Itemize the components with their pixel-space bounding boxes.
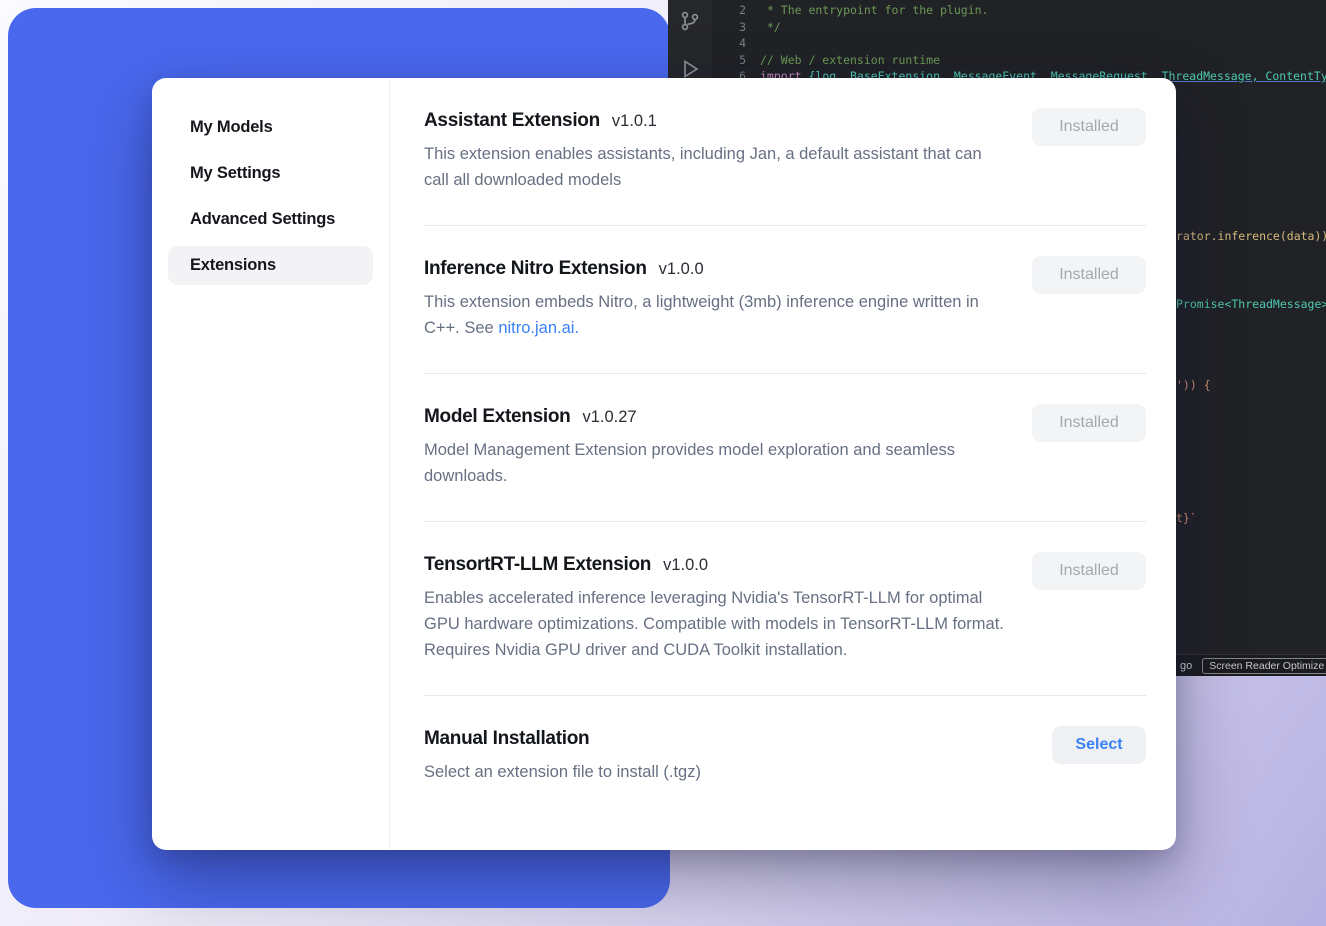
screen-reader-badge[interactable]: Screen Reader Optimize bbox=[1202, 658, 1326, 674]
extension-version: v1.0.0 bbox=[663, 556, 708, 575]
code-area: 2 * The entrypoint for the plugin. 3 */ … bbox=[712, 2, 1326, 85]
sidebar-item-extensions[interactable]: Extensions bbox=[168, 246, 373, 285]
extension-description: This extension enables assistants, inclu… bbox=[424, 141, 1009, 193]
extension-version: v1.0.0 bbox=[659, 260, 704, 279]
code-fragment: ')) { bbox=[1176, 378, 1211, 392]
git-branch-icon[interactable] bbox=[678, 9, 702, 33]
manual-installation-section: Manual Installation Select an extension … bbox=[424, 696, 1146, 809]
select-button[interactable]: Select bbox=[1052, 726, 1146, 764]
code-fragment: rator.inference(data)); bbox=[1176, 229, 1326, 243]
extension-title: Inference Nitro Extension bbox=[424, 258, 647, 280]
extension-title: Assistant Extension bbox=[424, 110, 600, 132]
installed-button[interactable]: Installed bbox=[1032, 108, 1146, 146]
code-line: 3 */ bbox=[712, 19, 1326, 36]
manual-installation-title: Manual Installation bbox=[424, 728, 589, 750]
installed-button[interactable]: Installed bbox=[1032, 552, 1146, 590]
code-line: 2 * The entrypoint for the plugin. bbox=[712, 2, 1326, 19]
code-fragment: Promise<ThreadMessage> bbox=[1176, 297, 1326, 311]
sidebar-item-advanced-settings[interactable]: Advanced Settings bbox=[168, 200, 373, 239]
settings-sidebar: My Models My Settings Advanced Settings … bbox=[152, 78, 390, 850]
code-line: 4 bbox=[712, 35, 1326, 52]
sidebar-item-my-models[interactable]: My Models bbox=[168, 108, 373, 147]
page-background: 2 * The entrypoint for the plugin. 3 */ … bbox=[0, 0, 1326, 926]
extension-section-tensorrt: TensortRT-LLM Extension v1.0.0 Enables a… bbox=[424, 522, 1146, 696]
extension-section-assistant: Assistant Extension v1.0.1 This extensio… bbox=[424, 78, 1146, 226]
extensions-list: Assistant Extension v1.0.1 This extensio… bbox=[390, 78, 1176, 850]
line-number: 2 bbox=[712, 2, 746, 19]
installed-button[interactable]: Installed bbox=[1032, 256, 1146, 294]
manual-installation-description: Select an extension file to install (.tg… bbox=[424, 759, 1009, 785]
extension-description: Model Management Extension provides mode… bbox=[424, 437, 1009, 489]
extension-description: This extension embeds Nitro, a lightweig… bbox=[424, 289, 1009, 341]
line-number: 5 bbox=[712, 52, 746, 69]
sidebar-item-my-settings[interactable]: My Settings bbox=[168, 154, 373, 193]
extension-version: v1.0.1 bbox=[612, 112, 657, 131]
line-number: 4 bbox=[712, 35, 746, 52]
extension-title: Model Extension bbox=[424, 406, 570, 428]
status-language-mode[interactable]: go bbox=[1180, 660, 1192, 672]
line-number: 3 bbox=[712, 19, 746, 36]
settings-modal: My Models My Settings Advanced Settings … bbox=[152, 78, 1176, 850]
extension-version: v1.0.27 bbox=[582, 408, 636, 427]
extension-title: TensortRT-LLM Extension bbox=[424, 554, 651, 576]
installed-button[interactable]: Installed bbox=[1032, 404, 1146, 442]
code-fragment: t}` bbox=[1176, 511, 1197, 525]
extension-section-nitro: Inference Nitro Extension v1.0.0 This ex… bbox=[424, 226, 1146, 374]
extension-description: Enables accelerated inference leveraging… bbox=[424, 585, 1009, 663]
code-line: 5 // Web / extension runtime bbox=[712, 52, 1326, 69]
nitro-jan-ai-link[interactable]: nitro.jan.ai. bbox=[498, 319, 579, 337]
extension-section-model: Model Extension v1.0.27 Model Management… bbox=[424, 374, 1146, 522]
